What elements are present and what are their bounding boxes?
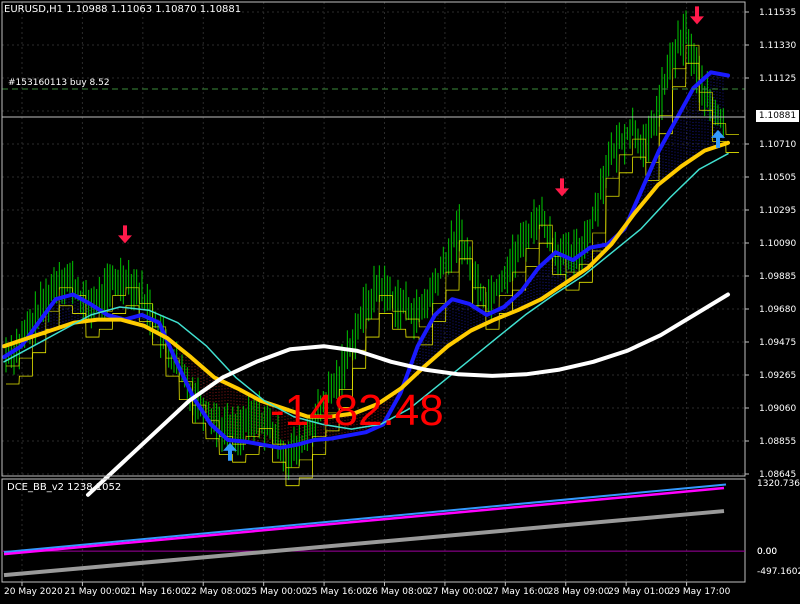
indicator-axis-label: 1320.7369 xyxy=(757,479,800,489)
y-tick-label: 1.11330 xyxy=(759,41,796,51)
indicator-axis-label: 0.00 xyxy=(757,547,777,557)
x-tick-label: 25 May 00:00 xyxy=(246,587,308,597)
indicator-axis-label: -497.1602 xyxy=(757,567,800,577)
x-tick-label: 26 May 08:00 xyxy=(367,587,429,597)
y-tick-label: 1.10295 xyxy=(759,206,796,216)
x-tick-label: 27 May 00:00 xyxy=(427,587,489,597)
y-tick-label: 1.10710 xyxy=(759,140,796,150)
x-tick-label: 21 May 16:00 xyxy=(125,587,187,597)
x-tick-label: 25 May 16:00 xyxy=(306,587,368,597)
x-tick-label: 27 May 16:00 xyxy=(487,587,549,597)
indicator-label: DCE_BB_v2 1238.1052 xyxy=(7,482,122,493)
y-tick-label: 1.10505 xyxy=(759,173,796,183)
y-tick-label: 1.09680 xyxy=(759,305,796,315)
x-tick-label: 21 May 00:00 xyxy=(64,587,126,597)
chart-window[interactable]: 1.11535 1.11330 1.11125 1.10710 1.10505 1.102… xyxy=(0,0,800,600)
chart-canvas[interactable]: 1.11535 1.11330 1.11125 1.10710 1.10505 1.102… xyxy=(0,0,800,600)
y-tick-label: 1.09265 xyxy=(759,371,796,381)
symbol-info: EURUSD,H1 1.10988 1.11063 1.10870 1.1088… xyxy=(4,4,242,15)
y-tick-label: 1.11535 xyxy=(759,8,796,18)
y-tick-label: 1.09060 xyxy=(759,404,796,414)
profit-loss-overlay: -1482.48 xyxy=(270,386,444,435)
x-tick-label: 29 May 17:00 xyxy=(669,587,731,597)
x-tick-label: 29 May 01:00 xyxy=(608,587,670,597)
order-label: #153160113 buy 8.52 xyxy=(8,78,110,88)
x-tick-label: 22 May 08:00 xyxy=(185,587,247,597)
y-tick-label: 1.08855 xyxy=(759,437,796,447)
x-tick-label: 28 May 09:00 xyxy=(548,587,610,597)
y-tick-label: 1.09885 xyxy=(759,272,796,282)
y-tick-label: 1.09475 xyxy=(759,338,796,348)
y-tick-label: 1.11125 xyxy=(759,74,796,84)
y-tick-label: 1.10090 xyxy=(759,239,796,249)
x-tick-label: 20 May 2020 xyxy=(4,587,63,597)
current-price-tag: 1.10881 xyxy=(756,110,799,122)
